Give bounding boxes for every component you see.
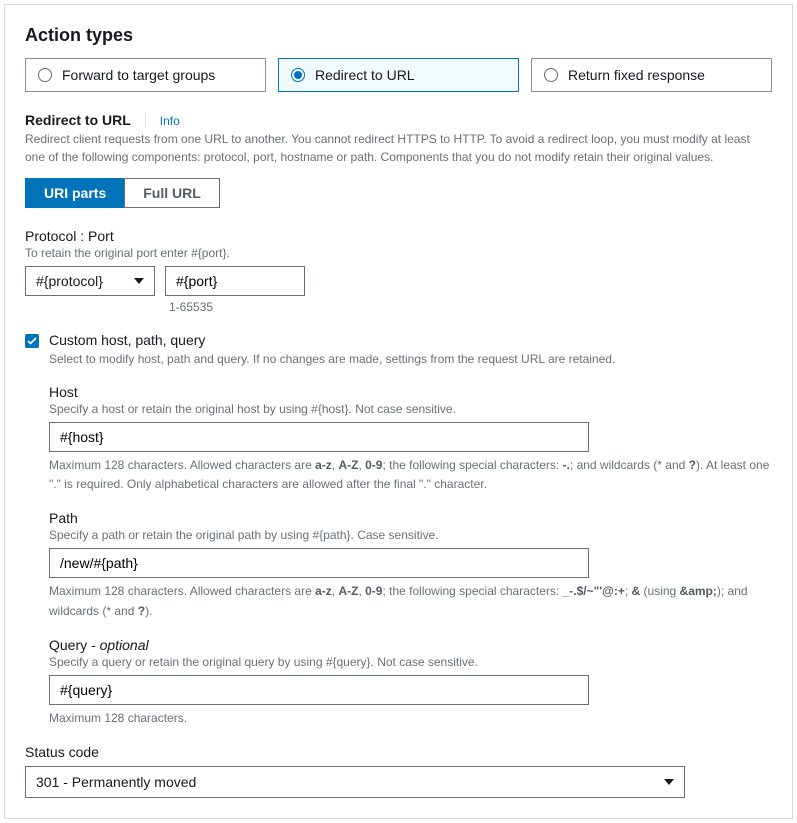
radio-icon	[38, 68, 52, 82]
query-field-group: Query - optional Specify a query or reta…	[49, 637, 772, 728]
port-input[interactable]	[165, 266, 305, 296]
caret-down-icon	[664, 779, 674, 785]
protocol-select-wrap: #{protocol}	[25, 266, 155, 296]
host-field-group: Host Specify a host or retain the origin…	[49, 384, 772, 494]
host-hint: Specify a host or retain the original ho…	[49, 402, 772, 416]
radio-forward[interactable]: Forward to target groups	[25, 58, 266, 92]
tab-full-url[interactable]: Full URL	[124, 178, 220, 208]
custom-checkbox[interactable]	[25, 334, 39, 348]
radio-fixed-label: Return fixed response	[568, 67, 705, 83]
redirect-header: Redirect to URL Info	[25, 112, 772, 128]
radio-forward-label: Forward to target groups	[62, 67, 215, 83]
port-column: 1-65535	[165, 266, 305, 314]
radio-redirect-label: Redirect to URL	[315, 67, 415, 83]
protocol-select-value: #{protocol}	[36, 273, 103, 289]
tab-uri-parts[interactable]: URI parts	[25, 178, 124, 208]
status-label: Status code	[25, 744, 772, 760]
query-helper: Maximum 128 characters.	[49, 709, 772, 728]
redirect-title: Redirect to URL	[25, 112, 131, 128]
path-hint: Specify a path or retain the original pa…	[49, 528, 772, 542]
protocol-port-label: Protocol : Port	[25, 228, 772, 244]
path-helper: Maximum 128 characters. Allowed characte…	[49, 582, 772, 620]
protocol-select[interactable]: #{protocol}	[25, 266, 155, 296]
custom-checkbox-row: Custom host, path, query	[25, 332, 772, 348]
protocol-port-hint: To retain the original port enter #{port…	[25, 246, 772, 260]
path-field-group: Path Specify a path or retain the origin…	[49, 510, 772, 620]
status-select-value: 301 - Permanently moved	[36, 774, 196, 790]
radio-icon	[544, 68, 558, 82]
info-link[interactable]: Info	[160, 114, 180, 128]
protocol-port-row: #{protocol} 1-65535	[25, 266, 772, 314]
status-select[interactable]: 301 - Permanently moved	[25, 766, 685, 798]
divider	[145, 113, 146, 127]
port-range-hint: 1-65535	[165, 300, 305, 314]
radio-fixed[interactable]: Return fixed response	[531, 58, 772, 92]
custom-sub-fields: Host Specify a host or retain the origin…	[49, 384, 772, 728]
path-label: Path	[49, 510, 772, 526]
custom-checkbox-desc: Select to modify host, path and query. I…	[49, 352, 772, 366]
query-label: Query - optional	[49, 637, 772, 653]
redirect-description: Redirect client requests from one URL to…	[25, 130, 772, 166]
custom-checkbox-label: Custom host, path, query	[49, 332, 205, 348]
host-helper: Maximum 128 characters. Allowed characte…	[49, 456, 772, 494]
panel: Action types Forward to target groups Re…	[4, 4, 793, 819]
section-title: Action types	[25, 25, 772, 46]
host-label: Host	[49, 384, 772, 400]
caret-down-icon	[134, 278, 144, 284]
query-input[interactable]	[49, 675, 589, 705]
query-hint: Specify a query or retain the original q…	[49, 655, 772, 669]
radio-icon	[291, 68, 305, 82]
url-mode-toggle: URI parts Full URL	[25, 178, 220, 208]
radio-redirect[interactable]: Redirect to URL	[278, 58, 519, 92]
path-input[interactable]	[49, 548, 589, 578]
action-type-radio-row: Forward to target groups Redirect to URL…	[25, 58, 772, 92]
check-icon	[27, 337, 37, 345]
host-input[interactable]	[49, 422, 589, 452]
